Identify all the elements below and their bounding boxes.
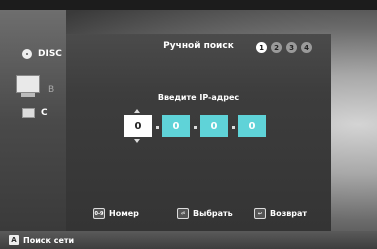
ip-separator bbox=[156, 126, 159, 129]
increment-arrow-icon[interactable] bbox=[134, 109, 140, 113]
sidebar-item-label: C bbox=[41, 108, 48, 118]
step-4: 4 bbox=[301, 42, 312, 53]
enter-icon: ⏎ bbox=[177, 208, 189, 219]
ip-octet-1-input[interactable]: 0 bbox=[124, 115, 152, 137]
sidebar-item-label: DISC bbox=[38, 49, 62, 59]
disc-icon bbox=[22, 49, 32, 59]
select-button[interactable]: ⏎ Выбрать bbox=[177, 208, 233, 219]
decrement-arrow-icon[interactable] bbox=[134, 139, 140, 143]
return-button[interactable]: ↩ Возврат bbox=[254, 208, 307, 219]
select-label: Выбрать bbox=[193, 209, 233, 218]
pc-icon bbox=[16, 75, 40, 97]
ip-octet-2-input[interactable]: 0 bbox=[162, 115, 190, 137]
return-icon: ↩ bbox=[254, 208, 266, 219]
step-indicator: 1 2 3 4 bbox=[256, 42, 312, 53]
number-keys-icon: 0-9 bbox=[93, 208, 105, 219]
step-1: 1 bbox=[256, 42, 267, 53]
sidebar-item-c[interactable]: C bbox=[22, 106, 48, 120]
bottom-bar: A Поиск сети bbox=[0, 231, 377, 249]
a-button-icon[interactable]: A bbox=[9, 235, 19, 245]
ip-octet-4-input[interactable]: 0 bbox=[238, 115, 266, 137]
sidebar-item-b-label[interactable]: B bbox=[48, 85, 54, 95]
manual-search-dialog bbox=[66, 34, 331, 232]
step-2: 2 bbox=[271, 42, 282, 53]
sidebar bbox=[0, 10, 66, 231]
return-label: Возврат bbox=[270, 209, 308, 218]
number-label: Номер bbox=[109, 209, 139, 218]
pc-icon bbox=[22, 108, 35, 118]
step-3: 3 bbox=[286, 42, 297, 53]
number-button[interactable]: 0-9 Номер bbox=[93, 208, 139, 219]
ip-separator bbox=[232, 126, 235, 129]
sidebar-item-disc[interactable]: DISC bbox=[22, 47, 62, 61]
top-band bbox=[0, 0, 377, 10]
ip-prompt: Введите IP-адрес bbox=[157, 93, 240, 102]
ip-octet-3-input[interactable]: 0 bbox=[200, 115, 228, 137]
ip-separator bbox=[194, 126, 197, 129]
network-search-label[interactable]: Поиск сети bbox=[23, 236, 74, 245]
